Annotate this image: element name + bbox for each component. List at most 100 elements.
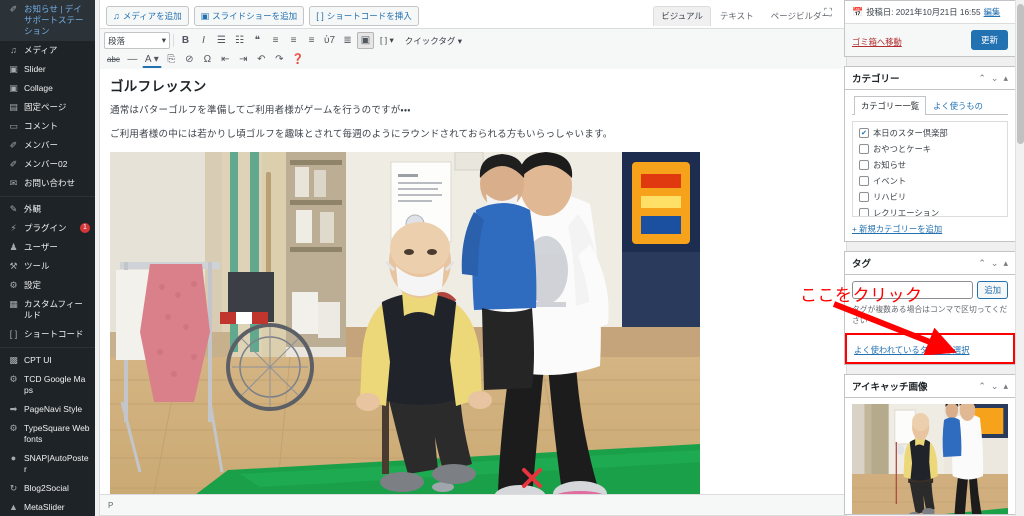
fullscreen-icon[interactable]: ⛶ [820,5,836,21]
gear-icon: ⚙ [9,374,18,384]
paste-text-icon[interactable]: ⎘ [163,51,180,68]
move-down-icon[interactable]: ⌄ [991,258,999,268]
sidebar-item-2[interactable]: ▣ Slider [0,60,95,79]
add-tag-button[interactable]: 追加 [977,281,1008,299]
editor-content-area[interactable]: ゴルフレッスン 通常はパターゴルフを準備してご利用者様がゲームを行うのですが・・… [100,69,846,494]
horizontal-rule-icon[interactable]: — [124,51,141,68]
outdent-icon[interactable]: ⇤ [217,51,234,68]
undo-icon[interactable]: ↶ [253,51,270,68]
sidebar-item-20[interactable]: ➡ PageNavi Style [0,400,95,419]
sidebar-item-14[interactable]: ⚙ 設定 [0,276,95,295]
category-item-4[interactable]: リハビリ [859,191,1001,203]
page-scrollbar-thumb[interactable] [1017,4,1024,144]
sidebar-item-19[interactable]: ⚙ TCD Google Maps [0,370,95,400]
sidebar-item-11[interactable]: ⚡ プラグイン 1 [0,219,95,238]
media-button-0[interactable]: ♫ メディアを追加 [106,6,189,26]
sidebar-item-3[interactable]: ▣ Collage [0,79,95,98]
sidebar-item-16[interactable]: [ ] ショートコード [0,325,95,344]
blockquote-icon[interactable]: ❝ [249,32,266,49]
post-inline-photo[interactable] [110,152,700,494]
move-to-trash-link[interactable]: ゴミ箱へ移動 [852,37,902,47]
clear-formatting-icon[interactable]: ⊘ [181,51,198,68]
numbered-list-icon[interactable]: ☷ [231,32,248,49]
category-checkbox[interactable] [859,208,869,216]
align-left-icon[interactable]: ≡ [267,32,284,49]
media-button-2[interactable]: [ ] ショートコードを挿入 [309,6,419,26]
move-up-icon[interactable]: ⌃ [978,381,986,391]
update-button[interactable]: 更新 [970,30,1008,50]
sidebar-item-label: メディア [24,45,58,55]
paragraph-format-select[interactable]: 段落 ▾ [104,32,170,49]
quicktag-dropdown-button[interactable]: クイックタグ ▾ [400,32,467,49]
link-icon[interactable]: ὑ7 [321,32,338,49]
category-checkbox[interactable] [859,192,869,202]
category-item-5[interactable]: レクリエーション [859,207,1001,216]
category-tab-1[interactable]: よく使うもの [926,96,990,115]
sidebar-item-6[interactable]: ✐ メンバー [0,136,95,155]
align-center-icon[interactable]: ≡ [285,32,302,49]
choose-from-popular-tags-link[interactable]: よく使われているタグから選択 [854,345,970,355]
sidebar-item-13[interactable]: ⚒ ツール [0,257,95,276]
category-item-2[interactable]: お知らせ [859,159,1001,171]
category-item-3[interactable]: イベント [859,175,1001,187]
special-char-icon[interactable]: Ω [199,51,216,68]
editor-mode-tabs: ビジュアル テキスト ページビルダー [653,6,838,26]
media-button-1[interactable]: ▣ スライドショーを追加 [193,6,305,26]
category-checkbox-list[interactable]: 本日のスター倶楽部おやつとケーキお知らせイベントリハビリレクリエーション手作り昼… [852,121,1008,217]
page-scrollbar[interactable] [1015,0,1024,516]
sidebar-item-23[interactable]: ↻ Blog2Social [0,479,95,498]
featured-image-thumbnail[interactable] [852,404,1008,514]
move-down-icon[interactable]: ⌄ [991,381,999,391]
editor-path-element[interactable]: P [108,501,113,510]
sidebar-item-0[interactable]: ✐ お知らせ | デイサポートステーション [0,0,95,41]
sidebar-item-21[interactable]: ⚙ TypeSquare Webfonts [0,419,95,449]
strikethrough-icon[interactable]: abc [104,51,123,68]
sidebar-badge-count: 1 [80,223,90,233]
cptui-icon: ▩ [9,355,18,365]
sidebar-item-8[interactable]: ✉ お問い合わせ [0,174,95,193]
bold-icon[interactable]: B [177,32,194,49]
toggle-panel-icon[interactable]: ▴ [1003,381,1008,391]
tag-box: タグ ⌃ ⌄ ▴ 追加 タグが複数ある場合はコンマで区切ってください よく使われ… [844,251,1016,365]
indent-icon[interactable]: ⇥ [235,51,252,68]
bullet-list-icon[interactable]: ☰ [213,32,230,49]
category-checkbox[interactable] [859,176,869,186]
more-tag-icon[interactable]: ≣ [339,32,356,49]
sidebar-item-5[interactable]: ▭ コメント [0,117,95,136]
move-down-icon[interactable]: ⌄ [991,73,999,83]
sidebar-item-4[interactable]: ▤ 固定ページ [0,98,95,117]
edit-date-link[interactable]: 編集 [984,6,1001,18]
move-up-icon[interactable]: ⌃ [978,73,986,83]
sidebar-item-10[interactable]: ✎ 外観 [0,200,95,219]
italic-icon[interactable]: I [195,32,212,49]
sidebar-item-12[interactable]: ♟ ユーザー [0,238,95,257]
sidebar-item-22[interactable]: ● SNAP|AutoPoster [0,449,95,479]
editor-tab-0[interactable]: ビジュアル [653,6,711,26]
tools-icon: ⚒ [9,261,18,271]
sidebar-item-1[interactable]: ♫ メディア [0,41,95,60]
distraction-free-icon[interactable]: ▣ [357,32,375,49]
plugin-icon: ⚡ [10,223,17,233]
redo-icon[interactable]: ↷ [271,51,288,68]
category-checkbox[interactable] [859,144,869,154]
align-right-icon[interactable]: ≡ [303,32,320,49]
category-checkbox[interactable] [859,128,869,138]
add-new-category-link[interactable]: + 新規カテゴリーを追加 [852,223,942,235]
editor-tab-1[interactable]: テキスト [712,6,762,26]
category-item-0[interactable]: 本日のスター倶楽部 [859,127,1001,139]
sidebar-item-24[interactable]: ▲ MetaSlider [0,498,95,516]
shortcode-icon: [ ] [9,329,18,339]
help-icon[interactable]: ❓ [289,51,307,68]
shortcode-dropdown-button[interactable]: [ ] ▾ [375,32,399,49]
category-tab-0[interactable]: カテゴリー一覧 [854,96,927,115]
category-item-1[interactable]: おやつとケーキ [859,143,1001,155]
sidebar-item-15[interactable]: ▦ カスタムフィールド [0,295,95,325]
text-color-icon[interactable]: A ▾ [141,51,162,68]
toggle-panel-icon[interactable]: ▴ [1003,73,1008,83]
toggle-panel-icon[interactable]: ▴ [1003,258,1008,268]
move-up-icon[interactable]: ⌃ [978,258,986,268]
sidebar-item-7[interactable]: ✐ メンバー02 [0,155,95,174]
sidebar-item-label: ユーザー [24,242,58,252]
category-checkbox[interactable] [859,160,869,170]
sidebar-item-18[interactable]: ▩ CPT UI [0,351,95,370]
